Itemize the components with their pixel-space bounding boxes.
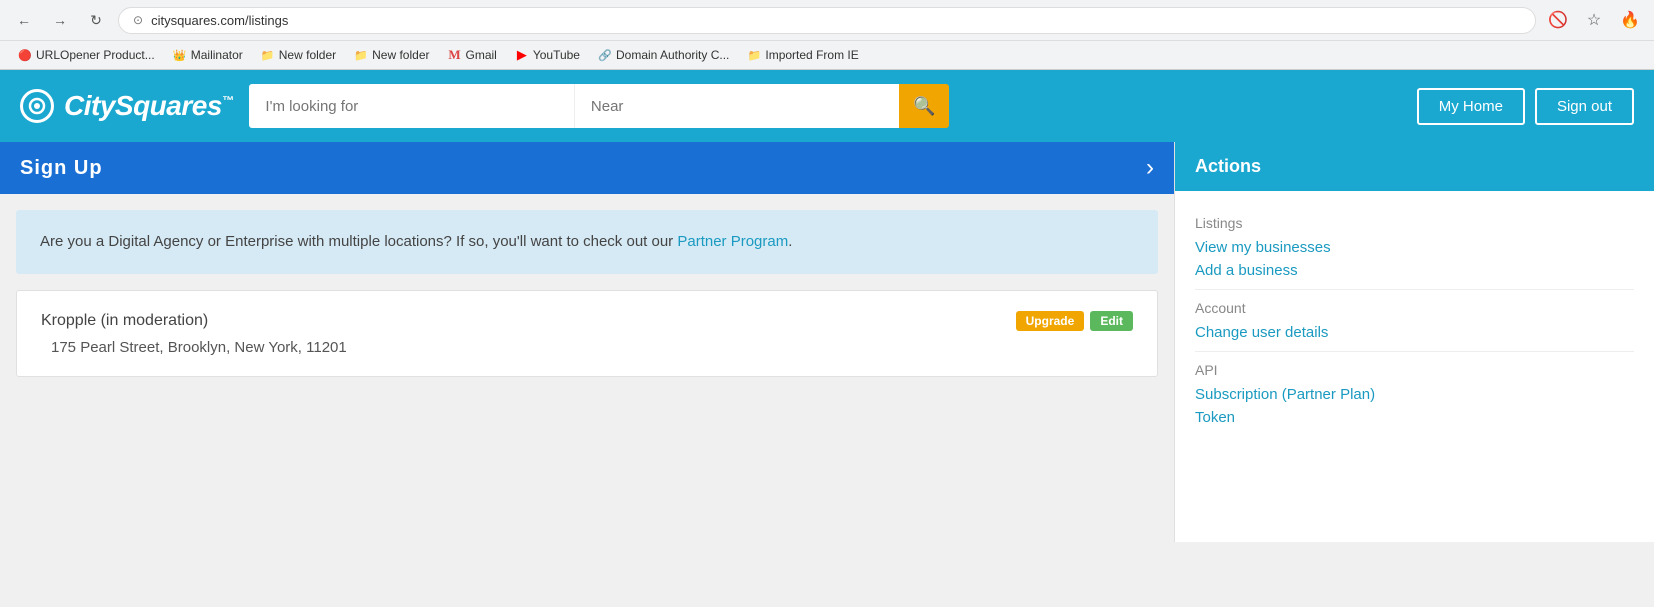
logo-icon (20, 89, 54, 123)
domain-authority-favicon: 🔗 (598, 48, 612, 62)
star-icon[interactable]: ☆ (1580, 6, 1608, 34)
header-actions: My Home Sign out (1417, 88, 1634, 125)
sidebar-content: Listings View my businesses Add a busine… (1175, 191, 1654, 448)
address-bar[interactable]: ⊙ citysquares.com/listings (118, 7, 1536, 34)
search-container: 🔍 (249, 84, 949, 128)
forward-button[interactable]: → (46, 6, 74, 34)
bookmark-mailinator[interactable]: 👑 Mailinator (165, 45, 251, 65)
change-user-link[interactable]: Change user details (1195, 324, 1634, 341)
sign-out-button[interactable]: Sign out (1535, 88, 1634, 125)
business-badges: Upgrade Edit (1016, 311, 1133, 331)
browser-chrome: ← → ↻ ⊙ citysquares.com/listings 🚫 ☆ 🔥 🔴… (0, 0, 1654, 70)
back-button[interactable]: ← (10, 6, 38, 34)
urlopener-label: URLOpener Product... (36, 48, 155, 62)
app-header: CitySquares™ 🔍 My Home Sign out (0, 70, 1654, 142)
logo-area: CitySquares™ (20, 89, 233, 123)
bookmarks-bar: 🔴 URLOpener Product... 👑 Mailinator 📁 Ne… (0, 40, 1654, 69)
sidebar-divider-2 (1195, 351, 1634, 352)
main-layout: Sign Up › Are you a Digital Agency or En… (0, 142, 1654, 542)
eye-slash-icon[interactable]: 🚫 (1544, 6, 1572, 34)
api-label: API (1195, 362, 1634, 378)
partner-text-after: . (788, 233, 792, 250)
search-input[interactable] (249, 84, 574, 128)
fire-icon[interactable]: 🔥 (1616, 6, 1644, 34)
listings-label: Listings (1195, 215, 1634, 231)
partner-text-before: Are you a Digital Agency or Enterprise w… (40, 233, 673, 250)
logo-text: CitySquares™ (64, 90, 233, 122)
refresh-button[interactable]: ↻ (82, 6, 110, 34)
bookmark-youtube[interactable]: ▶ YouTube (507, 45, 588, 65)
upgrade-badge[interactable]: Upgrade (1016, 311, 1085, 331)
new-folder-2-label: New folder (372, 48, 429, 62)
my-home-button[interactable]: My Home (1417, 88, 1525, 125)
account-label: Account (1195, 300, 1634, 316)
business-address: 175 Pearl Street, Brooklyn, New York, 11… (41, 339, 1133, 356)
business-card-header: Kropple (in moderation) Upgrade Edit (41, 311, 1133, 331)
new-folder-1-label: New folder (279, 48, 336, 62)
address-icon: ⊙ (133, 13, 143, 27)
partner-program-link[interactable]: Partner Program (677, 233, 788, 250)
subscription-link[interactable]: Subscription (Partner Plan) (1195, 386, 1634, 403)
sidebar-header: Actions (1175, 142, 1654, 191)
mailinator-favicon: 👑 (173, 48, 187, 62)
token-link[interactable]: Token (1195, 409, 1634, 426)
gmail-label: Gmail (465, 48, 496, 62)
browser-toolbar: ← → ↻ ⊙ citysquares.com/listings 🚫 ☆ 🔥 (0, 0, 1654, 40)
search-icon: 🔍 (913, 96, 935, 117)
mailinator-label: Mailinator (191, 48, 243, 62)
gmail-favicon: M (447, 48, 461, 62)
bookmark-new-folder-1[interactable]: 📁 New folder (253, 45, 344, 65)
business-name: Kropple (in moderation) (41, 312, 208, 330)
bookmark-imported-ie[interactable]: 📁 Imported From IE (739, 45, 866, 65)
new-folder-2-favicon: 📁 (354, 48, 368, 62)
signup-arrow-icon: › (1146, 154, 1154, 182)
bookmark-domain-authority[interactable]: 🔗 Domain Authority C... (590, 45, 737, 65)
near-input[interactable] (574, 84, 900, 128)
bookmark-urlopener[interactable]: 🔴 URLOpener Product... (10, 45, 163, 65)
youtube-label: YouTube (533, 48, 580, 62)
signup-banner[interactable]: Sign Up › (0, 142, 1174, 194)
imported-ie-label: Imported From IE (765, 48, 858, 62)
domain-authority-label: Domain Authority C... (616, 48, 729, 62)
sidebar: Actions Listings View my businesses Add … (1174, 142, 1654, 542)
imported-ie-favicon: 📁 (747, 48, 761, 62)
bookmark-new-folder-2[interactable]: 📁 New folder (346, 45, 437, 65)
add-business-link[interactable]: Add a business (1195, 262, 1634, 279)
url-text: citysquares.com/listings (151, 13, 288, 28)
partner-box: Are you a Digital Agency or Enterprise w… (16, 210, 1158, 274)
view-businesses-link[interactable]: View my businesses (1195, 239, 1634, 256)
sidebar-divider-1 (1195, 289, 1634, 290)
bookmark-gmail[interactable]: M Gmail (439, 45, 504, 65)
business-card: Kropple (in moderation) Upgrade Edit 175… (16, 290, 1158, 377)
content-area: Sign Up › Are you a Digital Agency or En… (0, 142, 1174, 542)
youtube-favicon: ▶ (515, 48, 529, 62)
search-button[interactable]: 🔍 (899, 84, 949, 128)
edit-badge[interactable]: Edit (1090, 311, 1133, 331)
urlopener-favicon: 🔴 (18, 48, 32, 62)
new-folder-1-favicon: 📁 (261, 48, 275, 62)
browser-icons: 🚫 ☆ 🔥 (1544, 6, 1644, 34)
signup-text: Sign Up (20, 157, 103, 180)
